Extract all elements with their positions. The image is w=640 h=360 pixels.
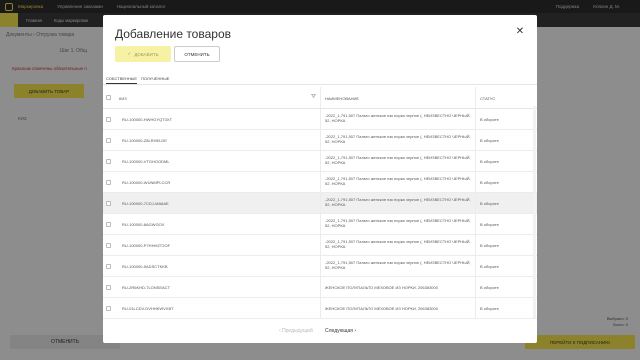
table-row[interactable]: RU-100000-9ADSCTKKB -2022_1,791,507 Пальт… [103, 256, 537, 277]
kiz-header: КИЗ [119, 96, 127, 101]
row-checkbox[interactable] [106, 264, 111, 269]
name-cell: -2022_1,791,507 Пальто женское нзк норка… [325, 155, 471, 165]
status-cell: В обороте [480, 159, 499, 164]
name-cell: -2022_1,791,507 Пальто женское нзк норка… [325, 197, 471, 207]
add-button-label: ДОБАВИТЬ [134, 51, 159, 57]
row-checkbox[interactable] [106, 243, 111, 248]
tab-own[interactable]: СОБСТВЕННЫЕ [106, 76, 138, 84]
name-header: НАИМЕНОВАНИЕ [325, 96, 360, 101]
status-header: СТАТУС [480, 96, 496, 101]
row-checkbox[interactable] [106, 159, 111, 164]
table-row[interactable]: RU-100000-Z8LRHELDE -2022_1,791,507 Пальт… [103, 130, 537, 151]
kiz-cell: RU-100000-VTGHOODML [122, 159, 170, 164]
status-cell: В обороте [480, 201, 499, 206]
pagination: ‹ Предыдущий Следующая › [103, 328, 537, 336]
prev-page-label: Предыдущий [282, 328, 313, 334]
prev-page-button[interactable]: ‹ Предыдущий [279, 328, 313, 334]
filter-icon[interactable]: ⛛ [311, 94, 316, 101]
select-all-checkbox[interactable] [106, 95, 111, 100]
next-page-label: Следующая [325, 328, 353, 334]
goods-table: КИЗ ⛛ НАИМЕНОВАНИЕ СТАТУС RU-100000-HWHG… [103, 87, 537, 319]
dialog-title: Добавление товаров [115, 27, 231, 41]
table-scrollbar[interactable] [533, 106, 536, 318]
cancel-button[interactable]: ОТМЕНИТЬ [174, 46, 220, 62]
name-cell: -2022_1,791,507 Пальто женское нзк норка… [325, 260, 471, 270]
status-cell: В обороте [480, 264, 499, 269]
row-checkbox[interactable] [106, 138, 111, 143]
check-icon: ✓ [127, 51, 132, 56]
row-checkbox[interactable] [106, 285, 111, 290]
name-cell: -2022_1,791,507 Пальто женское нзк норка… [325, 113, 471, 123]
next-page-button[interactable]: Следующая › [325, 328, 356, 334]
table-row[interactable]: RU-100000-P7HHHZT2OF -2022_1,791,507 Паль… [103, 235, 537, 256]
table-row[interactable]: RU-01LCDV-DVHHKWVXBT ЖЕНСКОЕ ПОЛУПАЛЬТО М… [103, 298, 537, 319]
add-button[interactable]: ✓ ДОБАВИТЬ [115, 46, 171, 62]
row-checkbox[interactable] [106, 222, 111, 227]
status-cell: В обороте [480, 117, 499, 122]
name-cell: -2022_1,791,507 Пальто женское нзк норка… [325, 134, 471, 144]
name-cell: -2022_1,791,507 Пальто женское нзк норка… [325, 176, 471, 186]
kiz-cell: RU-100000-Z8LRHELDE [122, 138, 167, 143]
row-checkbox[interactable] [106, 306, 111, 311]
table-row[interactable]: RU-2R6KHD-7LONSEACT ЖЕНСКОЕ ПОЛУПАЛЬТО МЕ… [103, 277, 537, 298]
status-cell: В обороте [480, 222, 499, 227]
table-row[interactable]: RU-100000-VTGHOODML -2022_1,791,507 Пальт… [103, 151, 537, 172]
name-cell: -2022_1,791,507 Пальто женское нзк норка… [325, 218, 471, 228]
table-row[interactable]: RU-100000-WUNMPLCCR -2022_1,791,507 Пальт… [103, 172, 537, 193]
table-row[interactable]: RU-100000-HWHGYQT3XT -2022_1,791,507 Паль… [103, 109, 537, 130]
status-cell: В обороте [480, 243, 499, 248]
kiz-cell: RU-100000-HWHGYQT3XT [122, 117, 173, 122]
tab-bar: СОБСТВЕННЫЕ ПОЛУЧЕННЫЕ [103, 75, 537, 85]
kiz-cell: RU-100000-8AGWGOX [122, 222, 165, 227]
name-cell: ЖЕНСКОЕ ПОЛУПАЛЬТО МЕХОВОЕ ИЗ НОРКИ, 206… [325, 306, 438, 311]
add-goods-dialog: Добавление товаров ✕ ✓ ДОБАВИТЬ ОТМЕНИТЬ… [103, 15, 537, 343]
name-cell: -2022_1,791,507 Пальто женское нзк норка… [325, 239, 471, 249]
kiz-cell: RU-2R6KHD-7LONSEACT [122, 285, 171, 290]
row-checkbox[interactable] [106, 180, 111, 185]
status-cell: В обороте [480, 180, 499, 185]
tab-received[interactable]: ПОЛУЧЕННЫЕ [141, 76, 169, 81]
table-header: КИЗ ⛛ НАИМЕНОВАНИЕ СТАТУС [103, 87, 537, 109]
table-row[interactable]: RU-100000-7CDJ-MA6AE -2022_1,791,507 Паль… [103, 193, 537, 214]
kiz-cell: RU-100000-P7HHHZT2OF [122, 243, 171, 248]
status-cell: В обороте [480, 306, 499, 311]
kiz-cell: RU-01LCDV-DVHHKWVXBT [122, 306, 174, 311]
kiz-cell: RU-100000-7CDJ-MA6AE [122, 201, 169, 206]
kiz-cell: RU-100000-WUNMPLCCR [122, 180, 171, 185]
row-checkbox[interactable] [106, 117, 111, 122]
status-cell: В обороте [480, 285, 499, 290]
table-row[interactable]: RU-100000-8AGWGOX -2022_1,791,507 Пальто … [103, 214, 537, 235]
status-cell: В обороте [480, 138, 499, 143]
kiz-cell: RU-100000-9ADSCTKKB [122, 264, 168, 269]
close-icon[interactable]: ✕ [515, 27, 525, 37]
name-cell: ЖЕНСКОЕ ПОЛУПАЛЬТО МЕХОВОЕ ИЗ НОРКИ, 206… [325, 285, 438, 290]
row-checkbox[interactable] [106, 201, 111, 206]
